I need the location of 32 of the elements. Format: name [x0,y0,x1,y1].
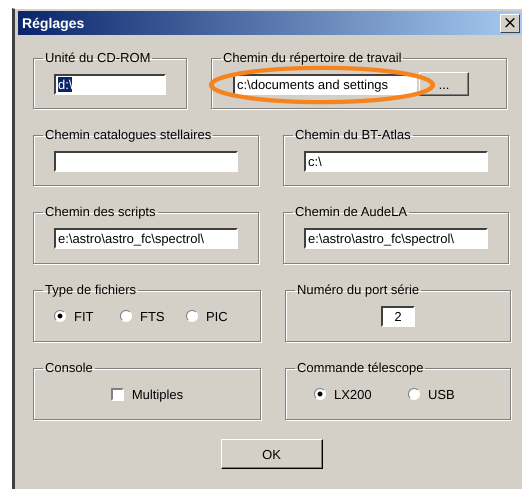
radio-label: LX200 [334,386,372,402]
group-label: Numéro du port série [296,283,420,297]
ok-button[interactable]: OK [220,439,322,469]
radio-button[interactable] [120,310,132,322]
radio-button[interactable] [314,388,326,400]
radio-button[interactable] [54,310,66,322]
port-field[interactable]: 2 [381,306,415,326]
radio-label: USB [428,386,455,402]
checkbox[interactable] [110,388,124,400]
path-field[interactable]: e:\astro\astro_fc\spectrol\ [304,228,488,248]
group-label: Commande télescope [296,361,424,375]
group-label: Chemin catalogues stellaires [44,128,212,142]
path-field[interactable]: e:\astro\astro_fc\spectrol\ [54,228,238,248]
radio-label: FIT [74,308,94,324]
checkbox-label: Multiples [132,386,184,402]
path-field[interactable] [54,150,238,172]
path-field[interactable]: d:\ [54,74,166,94]
path-field[interactable]: c:\documents and settings [233,74,417,94]
group-label: Chemin du répertoire de travail [222,51,402,65]
group-label: Chemin de AudeLA [294,205,408,219]
group-label: Chemin des scripts [44,205,157,219]
group-label: Type de fichiers [44,283,138,297]
path-field[interactable]: c:\ [304,150,488,172]
group-label: Chemin du BT-Atlas [294,128,412,142]
radio-label: FTS [140,308,165,324]
group-label: Unité du CD-ROM [44,51,152,65]
window-title: Réglages [22,15,84,31]
radio-button[interactable] [408,388,420,400]
radio-button[interactable] [186,310,198,322]
close-button[interactable]: × [500,14,520,32]
group-label: Console [44,361,94,375]
radio-label: PIC [206,308,228,324]
